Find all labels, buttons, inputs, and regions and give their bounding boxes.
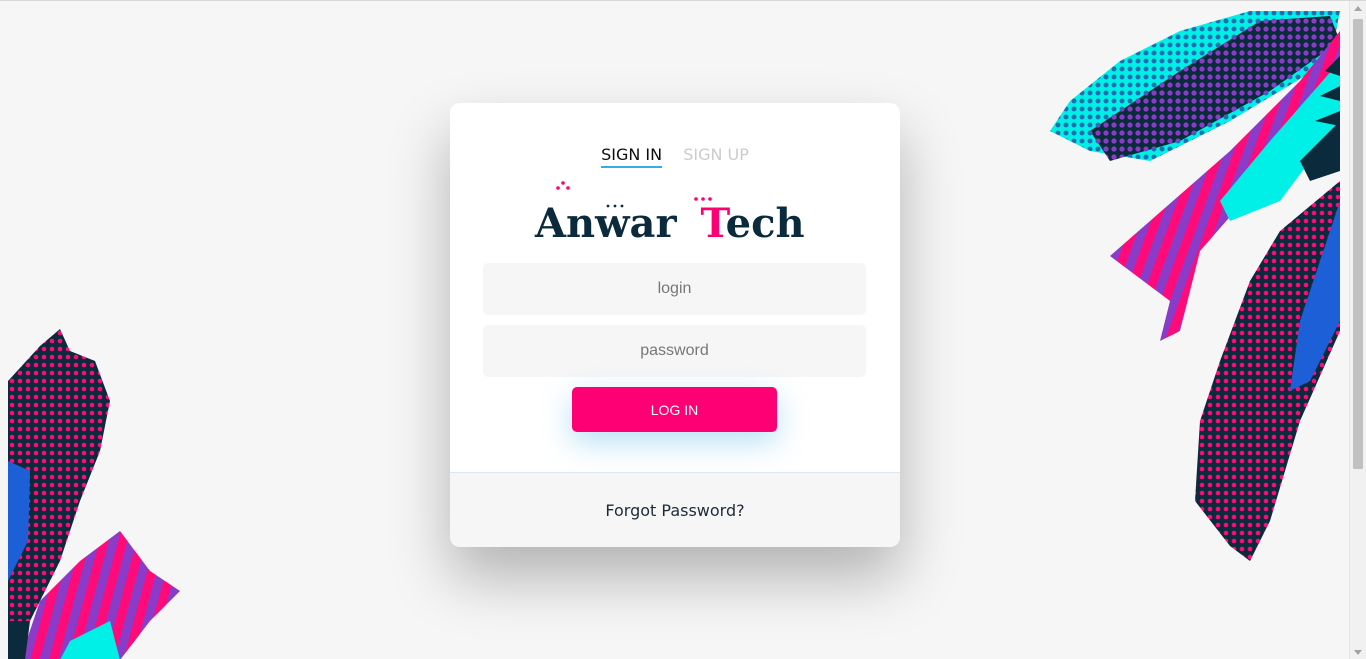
card-footer: Forgot Password? [450,472,900,547]
tab-sign-up[interactable]: SIGN UP [683,145,749,168]
svg-text:Anwar Tech: Anwar Tech [534,200,805,247]
decorative-brush-left [8,329,180,659]
scrollbar-thumb[interactable] [1353,19,1363,469]
login-input[interactable] [483,263,866,315]
scroll-down-arrow-icon[interactable] [1354,650,1362,655]
scroll-up-arrow-icon[interactable] [1354,6,1362,11]
tab-sign-in[interactable]: SIGN IN [601,145,663,168]
decorative-brush-right [1050,11,1340,561]
vertical-scrollbar[interactable] [1349,1,1366,659]
password-input[interactable] [483,325,866,377]
logo-text-ech: ech [726,200,805,247]
logo-text-anwar: Anwar [534,200,677,247]
log-in-button[interactable]: LOG IN [572,387,777,432]
forgot-password-link[interactable]: Forgot Password? [605,501,744,520]
auth-tabs: SIGN IN SIGN UP [450,145,900,168]
page: SIGN IN SIGN UP Anwar Tech login LOG IN … [0,0,1366,659]
brand-logo: Anwar Tech [450,179,900,249]
login-card: SIGN IN SIGN UP Anwar Tech login LOG IN … [450,103,900,547]
